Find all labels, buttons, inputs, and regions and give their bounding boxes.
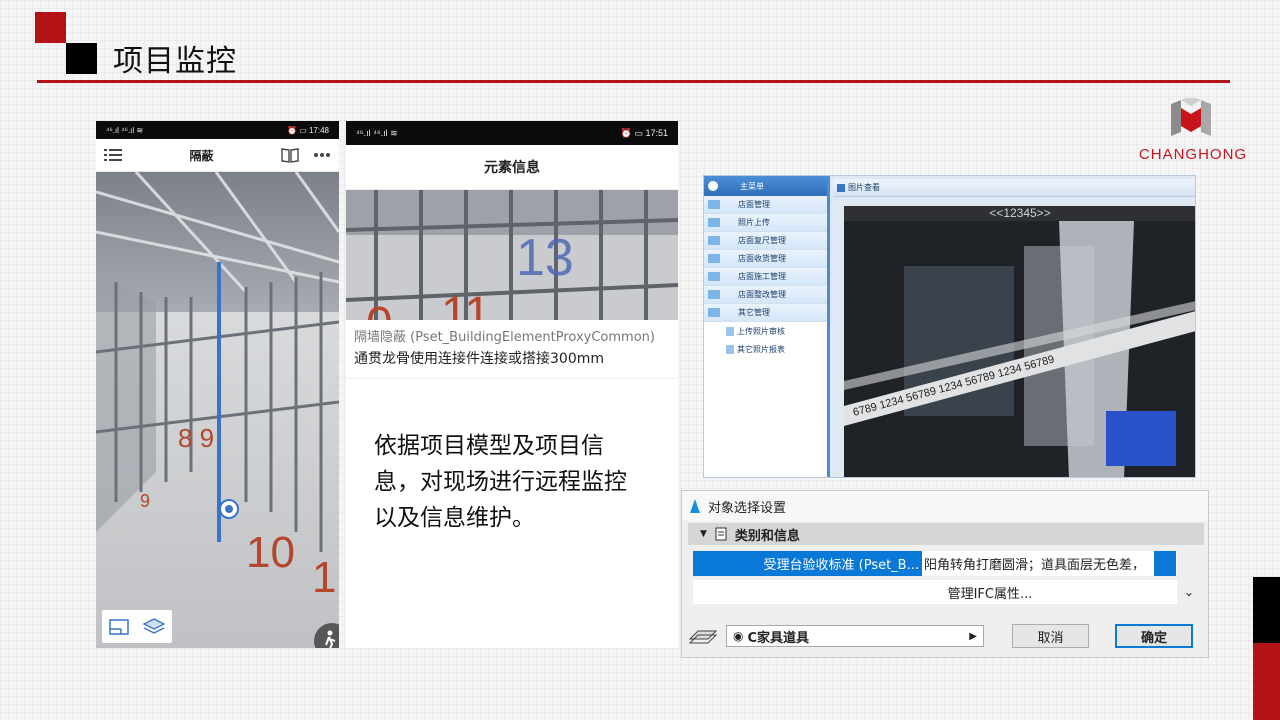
phone-nav-bar: 隔蔽: [96, 139, 339, 172]
edge-decoration-red: [1253, 643, 1280, 720]
section-label: 类别和信息: [734, 528, 800, 544]
grid-label: 0: [366, 298, 393, 320]
document-icon: [726, 344, 734, 354]
menu-item-label: 店面管理: [738, 200, 770, 209]
signal-indicator: ⁴⁶.ıl ⁴⁶.ıl ≋: [106, 125, 144, 135]
grid-label: 11: [441, 288, 491, 320]
menu-item[interactable]: 店面管理: [704, 196, 827, 214]
collapse-triangle-icon[interactable]: ▼: [700, 529, 707, 539]
grid-label: 9: [140, 491, 150, 511]
changhong-logo-icon: [1171, 98, 1211, 136]
menu-item-label: 店面整改管理: [738, 290, 786, 299]
property-name: 隔墙隐蔽 (Pset_BuildingElementProxyCommon): [354, 330, 655, 345]
folder-icon: [708, 218, 720, 227]
logo-text: CHANGHONG: [1138, 146, 1248, 163]
submenu-item[interactable]: 其它照片报表: [704, 340, 827, 358]
chevron-down-icon[interactable]: ⌄: [1179, 580, 1199, 604]
dialog-title-bar: 对象选择设置: [682, 491, 1208, 521]
chevron-right-icon: ▶: [969, 630, 977, 642]
layer-combo[interactable]: ◉ C家具道具 ▶: [726, 625, 984, 647]
menu-item[interactable]: 其它管理: [704, 304, 827, 322]
property-value-cell[interactable]: 阳角转角打磨圆滑；道具面层无色差，: [922, 551, 1152, 576]
walk-icon[interactable]: [314, 623, 339, 648]
menu-item[interactable]: 店面施工管理: [704, 268, 827, 286]
web-photo-management-screenshot: 主菜单 店面管理 照片上传 店面复尺管理 店面收货管理 店面施工管理 店面整改管…: [703, 175, 1196, 478]
edge-decoration-black: [1253, 577, 1280, 643]
folder-icon: [708, 254, 720, 263]
manage-ifc-properties-link[interactable]: 管理IFC属性...: [693, 580, 1177, 604]
submenu-item-label: 其它照片报表: [737, 344, 785, 354]
status-bar: ⁴⁶.ıl ⁴⁶.ıl ≋ ⏰ ▭ 17:51: [346, 121, 678, 145]
menu-item[interactable]: 照片上传: [704, 214, 827, 232]
signal-indicator: ⁴⁶.ıl ⁴⁶.ıl ≋: [356, 127, 398, 138]
element-info-header: 元素信息: [346, 145, 678, 190]
layers-icon[interactable]: [143, 617, 165, 636]
collapse-icon[interactable]: [708, 181, 718, 191]
layer-combo-value: C家具道具: [747, 630, 810, 646]
element-3d-preview[interactable]: 13 11 0: [346, 190, 678, 320]
eye-icon: ◉: [733, 629, 744, 643]
photo-panel-title: 图片查看: [848, 183, 880, 192]
object-selection-dialog: 对象选择设置 ▼ 类别和信息 受理台验收标准 (Pset_B... 阳角转角打磨…: [681, 490, 1209, 658]
property-row-selected[interactable]: 受理台验收标准 (Pset_B... 阳角转角打磨圆滑；道具面层无色差，: [693, 551, 1177, 576]
dialog-title: 对象选择设置: [708, 500, 787, 516]
menu-item[interactable]: 店面复尺管理: [704, 232, 827, 250]
property-name-cell[interactable]: 受理台验收标准 (Pset_B...: [693, 551, 922, 576]
photo-pager[interactable]: <<12345>>: [844, 206, 1195, 221]
menu-item-label: 店面施工管理: [738, 272, 786, 281]
phone-nav-title: 隔蔽: [189, 148, 214, 163]
title-divider: [37, 80, 1230, 83]
title-decoration-black: [66, 43, 97, 74]
submenu-item-label: 上传照片审核: [737, 326, 785, 336]
folder-icon: [708, 236, 720, 245]
document-icon: [726, 326, 734, 336]
main-menu-sidebar: 主菜单 店面管理 照片上传 店面复尺管理 店面收货管理 店面施工管理 店面整改管…: [704, 176, 830, 477]
status-bar: ⁴⁶.ıl ⁴⁶.ıl ≋ ⏰ ▭ 17:48: [96, 121, 339, 139]
menu-item-label: 其它管理: [738, 308, 770, 317]
menu-item[interactable]: 店面整改管理: [704, 286, 827, 304]
grid-label: 10: [246, 528, 295, 577]
folder-icon: [708, 272, 720, 281]
menu-item[interactable]: 店面收货管理: [704, 250, 827, 268]
ok-button[interactable]: 确定: [1115, 624, 1193, 648]
folder-icon: [708, 200, 720, 209]
slide-description: 依据项目模型及项目信息，对现场进行远程监控以及信息维护。: [374, 433, 627, 531]
property-value: 通贯龙骨使用连接件连接或搭接300mm: [354, 351, 604, 367]
main-menu-header[interactable]: 主菜单: [704, 176, 827, 196]
layers-stack-icon: [688, 630, 718, 644]
menu-item-label: 店面复尺管理: [738, 236, 786, 245]
floorplan-icon[interactable]: [109, 618, 129, 635]
book-icon[interactable]: [281, 147, 299, 163]
bim-3d-view[interactable]: 8 9 9 10 1: [96, 172, 339, 648]
dialog-footer: ◉ C家具道具 ▶ 取消 确定: [688, 619, 1204, 653]
walk-figure-icon: [325, 630, 336, 648]
more-icon[interactable]: [313, 152, 331, 158]
property-value-editor[interactable]: [1154, 551, 1176, 576]
category-info-section[interactable]: ▼ 类别和信息: [688, 523, 1204, 545]
changhong-logo: CHANGHONG: [1133, 98, 1253, 166]
photo-panel-header: 图片查看: [833, 179, 1195, 197]
title-decoration-red: [35, 12, 66, 43]
folder-icon: [708, 290, 720, 299]
panel-icon: [837, 183, 845, 192]
menu-item-label: 照片上传: [738, 218, 770, 227]
list-icon[interactable]: [104, 148, 122, 162]
status-time: ⏰ ▭ 17:51: [620, 127, 668, 138]
phone-screenshot-model-view: ⁴⁶.ıl ⁴⁶.ıl ≋ ⏰ ▭ 17:48 隔蔽 8 9 9 10 1: [96, 121, 339, 648]
phone-screenshot-element-info: ⁴⁶.ıl ⁴⁶.ıl ≋ ⏰ ▭ 17:51 元素信息 13 11 0 隔墙隐…: [346, 121, 678, 378]
site-photo-viewer[interactable]: 6789 1234 56789 1234 56789 1234 56789 <<…: [844, 206, 1195, 477]
grid-label: 13: [516, 229, 574, 287]
view-toolbar: [102, 610, 172, 643]
grid-label: 8 9: [178, 423, 214, 453]
page-title: 项目监控: [113, 44, 237, 79]
menu-item-label: 店面收货管理: [738, 254, 786, 263]
main-menu-label: 主菜单: [740, 181, 764, 191]
submenu-item[interactable]: 上传照片审核: [704, 322, 827, 340]
app-icon: [690, 499, 700, 513]
grid-label: 1: [312, 553, 336, 602]
status-time: ⏰ ▭ 17:48: [287, 125, 329, 135]
document-icon: [715, 527, 727, 541]
cancel-button[interactable]: 取消: [1012, 624, 1089, 648]
folder-icon: [708, 308, 720, 317]
